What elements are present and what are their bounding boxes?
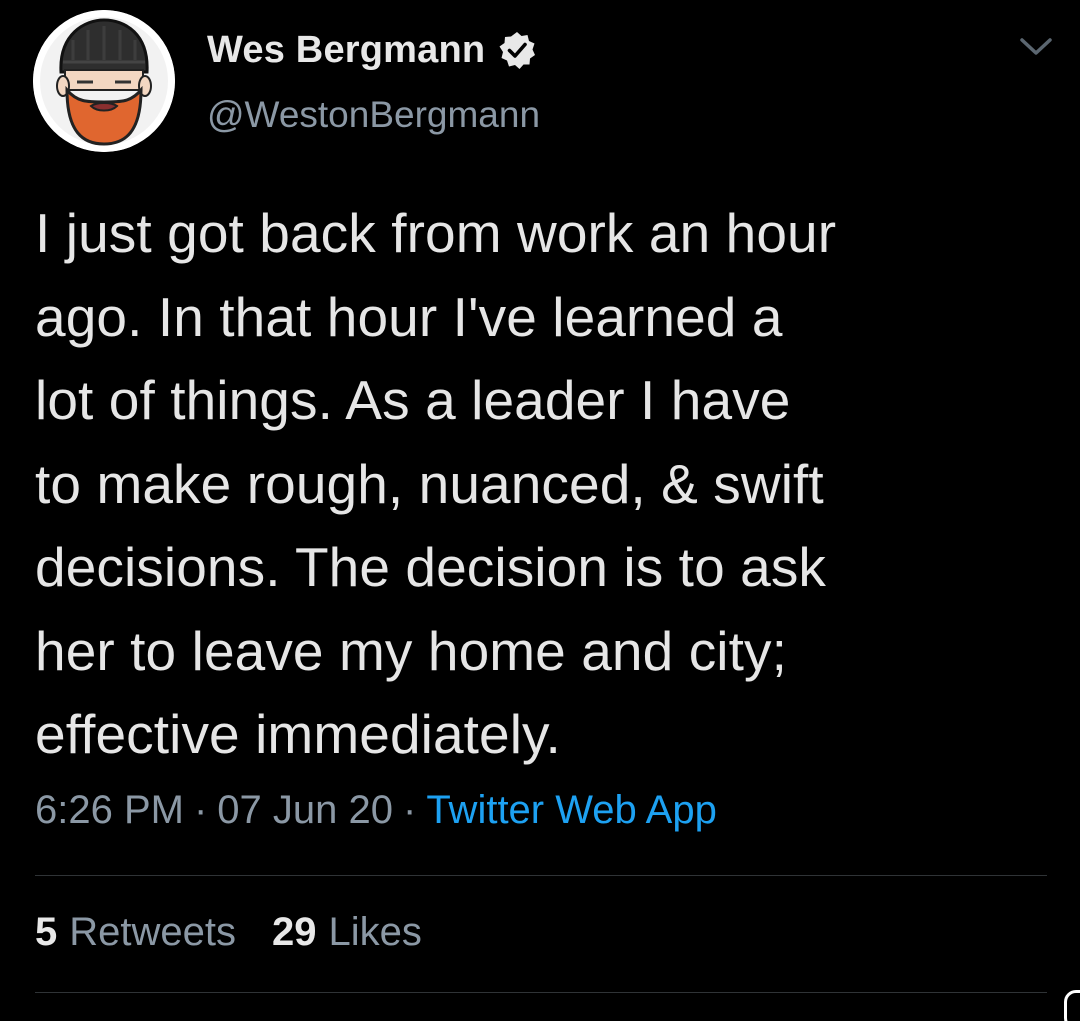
divider (35, 875, 1047, 876)
tweet-text-line: her to leave my home and city; (35, 619, 787, 682)
avatar[interactable] (33, 10, 175, 152)
tweet-text-line: I just got back from work an hour (35, 202, 837, 264)
floating-action-button[interactable] (1064, 990, 1080, 1021)
meta-separator: · (193, 788, 208, 832)
tweet-meta: 6:26 PM · 07 Jun 20 · Twitter Web App (35, 788, 717, 833)
tweet-source-link[interactable]: Twitter Web App (426, 788, 717, 833)
bearded-man-avatar-icon (33, 10, 175, 152)
likes-stat[interactable]: 29 Likes (272, 910, 422, 955)
author-name-row[interactable]: Wes Bergmann (207, 26, 537, 74)
tweet-card: Wes Bergmann @WestonBergmann I just got … (0, 0, 1080, 1021)
likes-label: Likes (328, 910, 422, 954)
author-handle[interactable]: @WestonBergmann (207, 94, 540, 136)
tweet-text-line: lot of things. As a leader I have (35, 369, 791, 431)
tweet-text-line: decisions. The decision is to ask (35, 536, 827, 598)
chevron-down-icon[interactable] (1016, 32, 1056, 62)
likes-count: 29 (272, 910, 317, 954)
tweet-text-line: to make rough, nuanced, & swift (35, 452, 824, 515)
tweet-text-line: ago. In that hour I've learned a (35, 285, 783, 348)
verified-badge-icon (499, 32, 536, 69)
retweets-stat[interactable]: 5 Retweets (35, 910, 236, 955)
tweet-stats: 5 Retweets 29 Likes (35, 910, 422, 955)
retweets-count: 5 (35, 910, 58, 954)
tweet-text: I just got back from work an hour ago. I… (35, 192, 1045, 777)
tweet-date[interactable]: 07 Jun 20 (217, 788, 393, 833)
divider (35, 992, 1047, 993)
tweet-time[interactable]: 6:26 PM (35, 788, 184, 833)
display-name[interactable]: Wes Bergmann (207, 29, 485, 72)
tweet-text-line: effective immediately. (35, 703, 561, 765)
meta-separator: · (403, 788, 417, 832)
retweets-label: Retweets (69, 910, 236, 954)
